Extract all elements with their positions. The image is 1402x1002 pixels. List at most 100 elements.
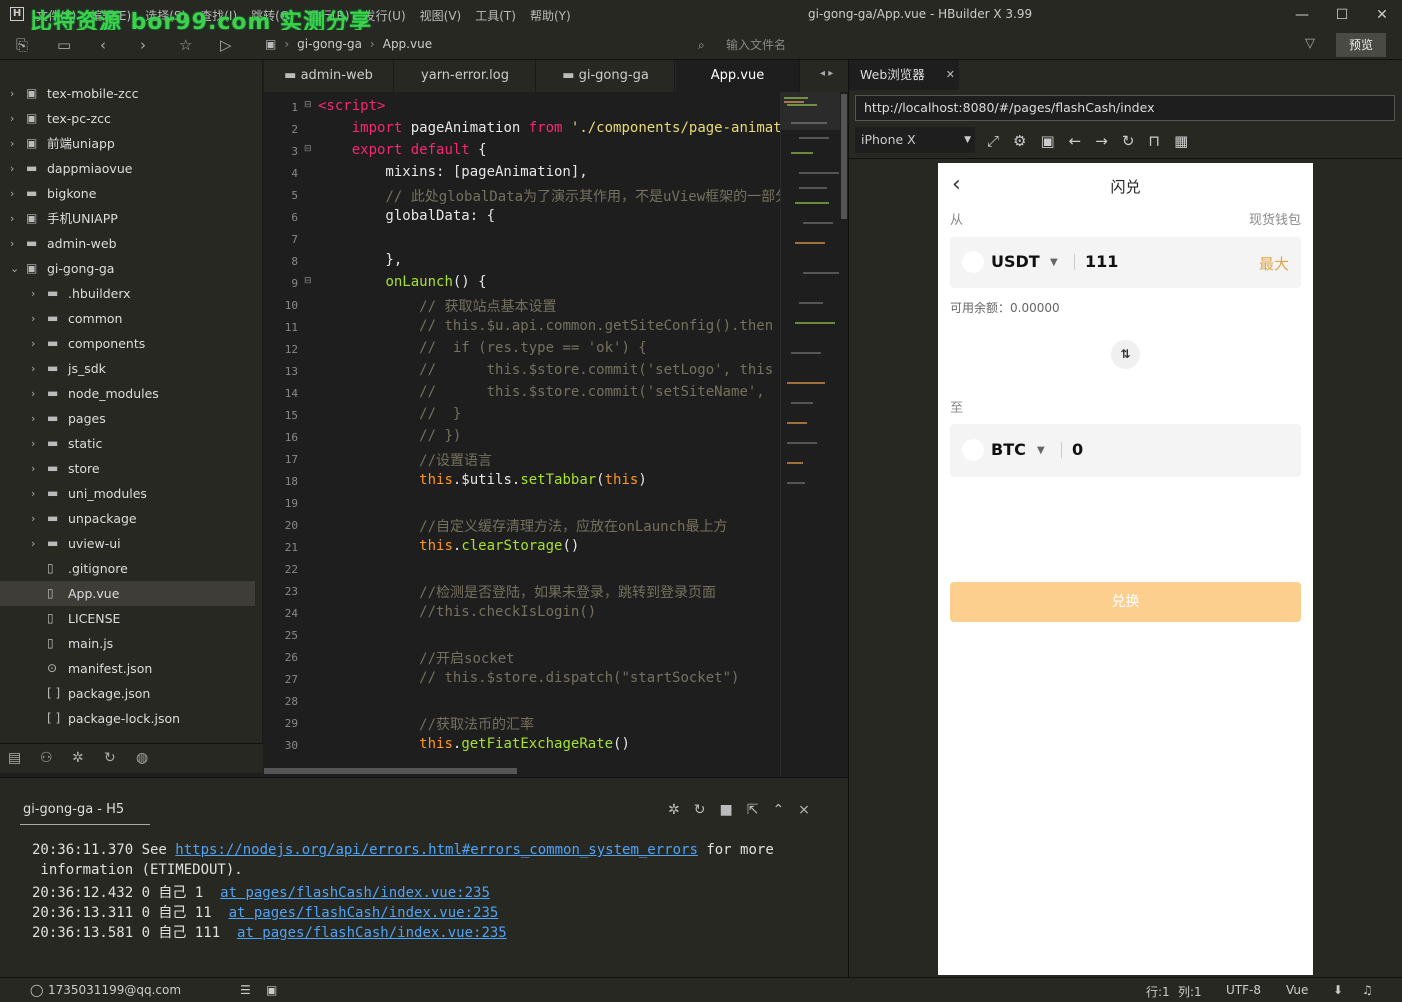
- language-mode[interactable]: Vue: [1286, 983, 1308, 997]
- back-icon[interactable]: ←: [1069, 132, 1082, 150]
- sidebar-item[interactable]: › ▬ bigkone: [0, 181, 255, 206]
- code-editor[interactable]: 1 2 3 4 5 6 7 8 9 10 11 12 13 14 15 16 17 18 19 20 21 22 23 24 2…: [264, 92, 780, 768]
- minimize-icon[interactable]: —: [1282, 0, 1322, 30]
- grid-icon[interactable]: ▦: [1174, 132, 1188, 150]
- browser-tab[interactable]: Web浏览器 ✕: [849, 60, 959, 90]
- chevron-down-icon[interactable]: ⌄: [10, 256, 19, 281]
- chevron-right-icon[interactable]: ›: [10, 206, 14, 231]
- chevron-right-icon[interactable]: ›: [10, 156, 14, 181]
- forward-icon[interactable]: →: [1095, 132, 1108, 150]
- maximize-icon[interactable]: ☐: [1322, 0, 1362, 30]
- sidebar-item[interactable]: › ▬ dappmiaovue: [0, 156, 255, 181]
- tab-yarn-error-log[interactable]: yarn-error.log: [395, 60, 536, 92]
- chevron-right-icon[interactable]: ›: [10, 181, 14, 206]
- log-link[interactable]: at pages/flashCash/index.vue:235: [220, 885, 490, 901]
- sidebar-item[interactable]: › ▬ uview-ui: [0, 531, 255, 556]
- open-external-icon[interactable]: ⇱: [747, 802, 759, 818]
- chevron-right-icon[interactable]: ›: [31, 306, 35, 331]
- restart-icon[interactable]: ↻: [694, 802, 706, 818]
- horizontal-scrollbar[interactable]: [264, 767, 780, 775]
- close-icon[interactable]: ✕: [1362, 0, 1402, 30]
- to-coin-select[interactable]: BTC: [991, 440, 1026, 459]
- chevron-right-icon[interactable]: ›: [10, 81, 14, 106]
- menu-view[interactable]: 视图(V): [420, 7, 462, 24]
- sidebar-item[interactable]: ▯ main.js: [0, 631, 255, 656]
- sidebar-item[interactable]: › ▬ common: [0, 306, 255, 331]
- chevron-right-icon[interactable]: ›: [31, 481, 35, 506]
- swap-button[interactable]: ⇅: [1111, 340, 1140, 369]
- fold-icon[interactable]: ⊟: [304, 276, 312, 286]
- chevron-right-icon[interactable]: ›: [10, 231, 14, 256]
- max-button[interactable]: 最大: [1259, 253, 1289, 274]
- lock-icon[interactable]: ⊓: [1148, 132, 1160, 150]
- minimap[interactable]: [780, 92, 841, 775]
- sidebar-item[interactable]: › ▬ admin-web: [0, 231, 255, 256]
- chevron-right-icon[interactable]: ›: [10, 131, 14, 156]
- sidebar-item[interactable]: › ▬ pages: [0, 406, 255, 431]
- sidebar-item[interactable]: [ ] package-lock.json: [0, 706, 255, 731]
- sidebar-item[interactable]: › ▬ node_modules: [0, 381, 255, 406]
- fold-icon[interactable]: ⊟: [304, 100, 312, 110]
- sidebar-item[interactable]: › ▬ components: [0, 331, 255, 356]
- debug-icon[interactable]: ✲: [72, 750, 84, 766]
- device-select[interactable]: iPhone X ▼: [855, 127, 975, 153]
- sidebar-item[interactable]: › ▬ static: [0, 431, 255, 456]
- chevron-right-icon[interactable]: ›: [31, 381, 35, 406]
- wallet-label[interactable]: 现货钱包: [1249, 209, 1301, 228]
- back-icon[interactable]: ‹: [100, 36, 106, 54]
- scroll-thumb[interactable]: [264, 768, 517, 774]
- user-icon[interactable]: ◯: [30, 983, 43, 997]
- encoding[interactable]: UTF-8: [1226, 983, 1261, 997]
- user-account[interactable]: 1735031199@qq.com: [48, 983, 181, 997]
- preview-button[interactable]: 预览: [1336, 33, 1386, 57]
- tab-app-vue[interactable]: App.vue: [676, 60, 800, 92]
- globe-icon[interactable]: ◍: [136, 750, 148, 766]
- terminal-icon[interactable]: ▣: [266, 983, 277, 997]
- tab-scroll-icon[interactable]: ◂ ▸: [820, 68, 833, 79]
- sidebar-item[interactable]: › ▬ store: [0, 456, 255, 481]
- crumb-file[interactable]: App.vue: [383, 37, 432, 51]
- settings-icon[interactable]: ⚙: [1013, 132, 1026, 150]
- caret-down-icon[interactable]: ▼: [1050, 257, 1058, 268]
- fold-icon[interactable]: ⊟: [304, 144, 312, 154]
- tab-gi-gong-ga[interactable]: ▬ gi-gong-ga: [537, 60, 675, 92]
- menu-help[interactable]: 帮助(Y): [530, 7, 571, 24]
- bell-icon[interactable]: ♫: [1362, 983, 1373, 997]
- git-icon[interactable]: ↻: [104, 750, 116, 766]
- sidebar-item[interactable]: › ▬ js_sdk: [0, 356, 255, 381]
- sidebar-item[interactable]: › ▬ .hbuilderx: [0, 281, 255, 306]
- crumb-project[interactable]: gi-gong-ga: [297, 37, 362, 51]
- vertical-scrollbar[interactable]: [840, 92, 848, 775]
- chevron-right-icon[interactable]: ›: [31, 531, 35, 556]
- stop-icon[interactable]: ■: [719, 802, 732, 818]
- forward-icon[interactable]: ›: [140, 36, 146, 54]
- collapse-up-icon[interactable]: ⌃: [772, 802, 784, 818]
- chevron-right-icon[interactable]: ›: [31, 431, 35, 456]
- chevron-right-icon[interactable]: ›: [31, 281, 35, 306]
- log-link[interactable]: at pages/flashCash/index.vue:235: [237, 925, 507, 941]
- debug-icon[interactable]: ✲: [668, 802, 680, 818]
- exchange-button[interactable]: 兑换: [950, 582, 1301, 622]
- download-icon[interactable]: ⬇: [1333, 983, 1343, 997]
- log-link[interactable]: https://nodejs.org/api/errors.html#error…: [175, 842, 698, 858]
- chevron-right-icon[interactable]: ›: [31, 506, 35, 531]
- explorer-icon[interactable]: ▤: [8, 750, 21, 766]
- from-amount-input[interactable]: 111: [1085, 252, 1118, 271]
- sidebar-item[interactable]: › ▣ 手机UNIAPP: [0, 206, 255, 231]
- list-icon[interactable]: ☰: [240, 983, 251, 997]
- sidebar-item[interactable]: ▯ LICENSE: [0, 606, 255, 631]
- sidebar-item[interactable]: ⊙ manifest.json: [0, 656, 255, 681]
- save-icon[interactable]: ▭: [57, 36, 71, 54]
- console-icon[interactable]: ▣: [1040, 132, 1054, 150]
- log-link[interactable]: at pages/flashCash/index.vue:235: [229, 905, 499, 921]
- run-icon[interactable]: ▷: [220, 36, 232, 54]
- sidebar-item[interactable]: › ▬ unpackage: [0, 506, 255, 531]
- star-icon[interactable]: ☆: [179, 36, 192, 54]
- plugin-icon[interactable]: ⚇: [40, 750, 53, 766]
- close-tab-icon[interactable]: ✕: [946, 60, 955, 90]
- cursor-line[interactable]: 行:1: [1146, 983, 1170, 1000]
- console-tab[interactable]: gi-gong-ga - H5: [20, 802, 150, 825]
- clear-icon[interactable]: ⨯: [798, 802, 810, 818]
- sidebar-item[interactable]: ▯ .gitignore: [0, 556, 255, 581]
- sidebar-item[interactable]: [ ] package.json: [0, 681, 255, 706]
